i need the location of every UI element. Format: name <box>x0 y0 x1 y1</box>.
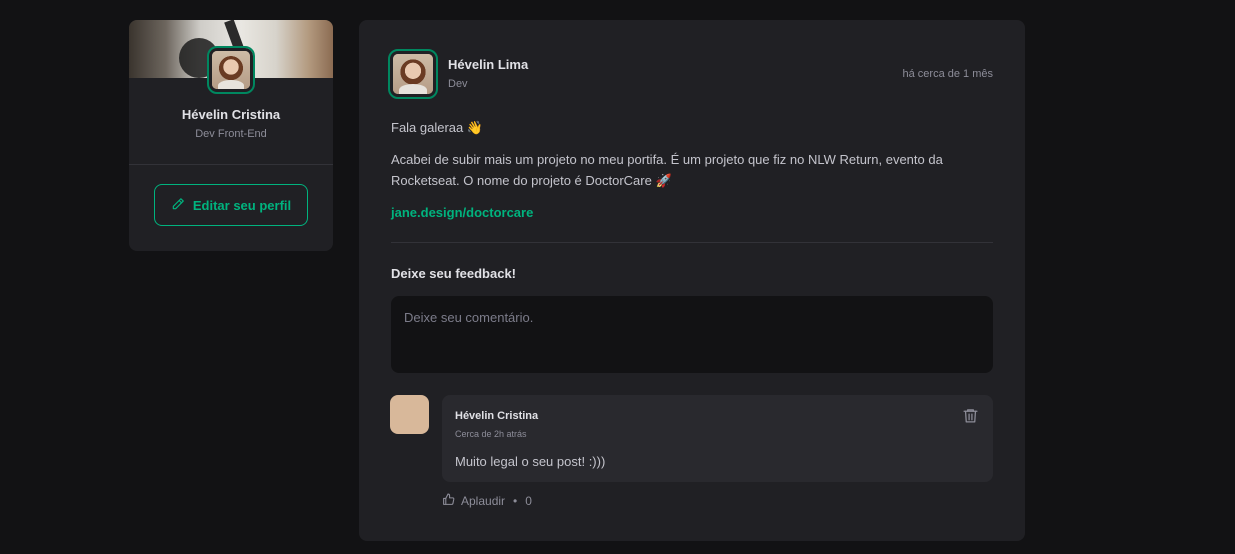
comment-text: Muito legal o seu post! :))) <box>455 454 606 469</box>
thumbs-up-icon <box>442 493 455 509</box>
post-link[interactable]: jane.design/doctorcare <box>391 205 533 220</box>
cover-strap-shape <box>224 20 244 51</box>
edit-profile-button[interactable]: Editar seu perfil <box>154 184 308 226</box>
pencil-icon <box>171 197 185 214</box>
trash-icon <box>962 409 979 427</box>
profile-avatar[interactable] <box>207 46 255 94</box>
comment-timestamp: Cerca de 2h atrás <box>455 429 527 439</box>
post-author-name: Hévelin Lima <box>448 57 529 72</box>
comment-box: Hévelin Cristina Cerca de 2h atrás Muito… <box>442 395 993 482</box>
post-body: Acabei de subir mais um projeto no meu p… <box>391 152 943 188</box>
commenter-avatar[interactable] <box>390 395 429 434</box>
profile-sidebar: Hévelin Cristina Dev Front-End Editar se… <box>129 20 333 251</box>
profile-name: Hévelin Cristina <box>181 107 281 122</box>
comment-author: Hévelin Cristina <box>455 410 539 422</box>
post-timestamp: há cerca de 1 mês <box>902 68 994 80</box>
edit-profile-label: Editar seu perfil <box>192 197 292 213</box>
post-greeting: Fala galeraa 👋 <box>391 120 484 135</box>
post-author-avatar[interactable] <box>388 49 438 99</box>
applaud-button[interactable]: Aplaudir • 0 <box>442 493 532 509</box>
post-author-role: Dev <box>448 78 468 90</box>
applaud-count: 0 <box>525 494 532 508</box>
sidebar-divider <box>129 164 333 165</box>
applaud-separator: • <box>513 494 518 508</box>
post-content: Fala galeraa 👋 Acabei de subir mais um p… <box>391 117 991 234</box>
profile-role: Dev Front-End <box>195 128 267 140</box>
post-card: Hévelin Lima Dev há cerca de 1 mês Fala … <box>359 20 1025 541</box>
avatar-shoulders <box>399 84 427 94</box>
applaud-label: Aplaudir <box>461 494 506 508</box>
feedback-title: Deixe seu feedback! <box>391 266 517 281</box>
post-divider <box>391 242 993 243</box>
delete-comment-button[interactable] <box>960 407 980 427</box>
avatar-shoulders <box>217 79 245 89</box>
comment-input[interactable] <box>391 296 993 373</box>
